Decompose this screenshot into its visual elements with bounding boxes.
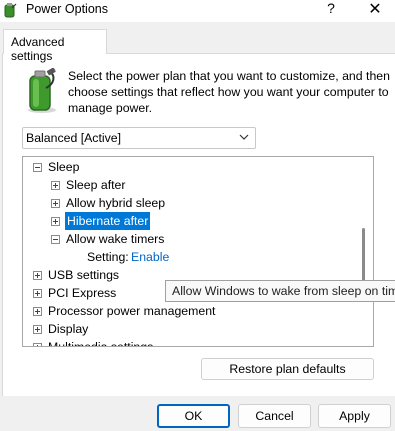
tab-advanced-settings[interactable]: Advanced settings xyxy=(3,29,107,63)
tree-scrollbar-thumb[interactable] xyxy=(362,228,365,288)
expand-icon[interactable] xyxy=(51,217,60,226)
battery-plug-icon xyxy=(28,68,56,113)
restore-plan-defaults-button[interactable]: Restore plan defaults xyxy=(201,358,374,380)
expand-icon[interactable] xyxy=(33,343,42,346)
title-bar: Power Options ? ✕ xyxy=(0,0,395,22)
ok-button[interactable]: OK xyxy=(157,404,230,428)
expand-icon[interactable] xyxy=(33,289,42,298)
expand-icon[interactable] xyxy=(33,271,42,280)
help-button[interactable]: ? xyxy=(322,0,340,20)
power-plan-dropdown[interactable]: Balanced [Active] xyxy=(22,127,256,149)
settings-tree[interactable]: Sleep Sleep after Allow hybrid sleep Hib… xyxy=(22,156,374,347)
tooltip: Allow Windows to wake from sleep on time… xyxy=(165,280,395,302)
expand-icon[interactable] xyxy=(51,199,60,208)
chevron-down-icon xyxy=(239,134,249,140)
collapse-icon[interactable] xyxy=(51,235,60,244)
expand-icon[interactable] xyxy=(33,307,42,316)
setting-label: Setting: xyxy=(87,250,129,264)
setting-value[interactable]: Enable xyxy=(131,248,169,266)
power-plan-value: Balanced [Active] xyxy=(26,131,122,145)
apply-button[interactable]: Apply xyxy=(318,404,391,428)
expand-icon[interactable] xyxy=(33,325,42,334)
window-title: Power Options xyxy=(26,2,108,16)
expand-icon[interactable] xyxy=(51,181,60,190)
close-button[interactable]: ✕ xyxy=(362,0,388,19)
description-text: Select the power plan that you want to c… xyxy=(68,69,390,115)
cancel-button[interactable]: Cancel xyxy=(238,404,311,428)
collapse-icon[interactable] xyxy=(33,163,42,172)
power-options-icon xyxy=(4,3,17,18)
